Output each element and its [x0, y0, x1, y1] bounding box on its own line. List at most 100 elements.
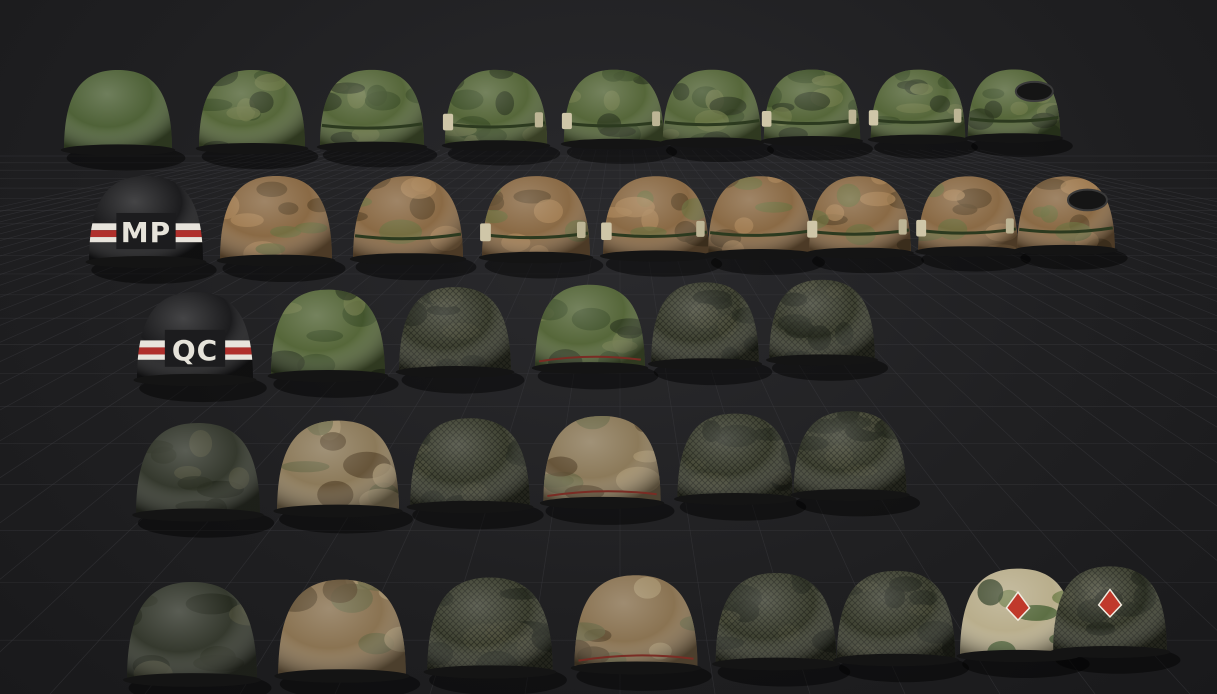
- helmet-shading: [763, 69, 861, 141]
- helmet-brown-camo-band-items[interactable]: [473, 176, 594, 264]
- helmet-brown-camo-band-items[interactable]: [795, 170, 924, 259]
- band-item: [848, 109, 857, 124]
- helmet-shading: [563, 69, 665, 144]
- band-item: [601, 222, 612, 241]
- helmet-rim: [965, 133, 1063, 143]
- helmet-rim: [133, 373, 257, 387]
- helmet-shading: [64, 70, 172, 150]
- band-item: [576, 221, 586, 238]
- helmet-brown-camo-cover[interactable]: [212, 176, 336, 267]
- helmet-tan-brown-strap[interactable]: [560, 575, 710, 675]
- helmet-olive-camo-strap[interactable]: [521, 284, 649, 375]
- helmet-brown-camo-band[interactable]: [692, 166, 815, 261]
- helmet-olive-camo-goggles[interactable]: [965, 69, 1069, 146]
- helmet-olive-camo-band-items[interactable]: [431, 64, 557, 151]
- band-item: [953, 108, 962, 123]
- helmet-rim: [123, 673, 261, 687]
- helmet-dark-net[interactable]: [789, 400, 918, 501]
- helmet-shading: [793, 411, 907, 495]
- helmet-shading: [870, 69, 966, 140]
- helmet-tan-brown-cover[interactable]: [273, 571, 420, 683]
- band-item: [442, 113, 454, 131]
- helmet-rim: [60, 144, 176, 156]
- helmet-shading: [662, 69, 762, 143]
- helmet-shading: [918, 176, 1018, 252]
- helmet-shading: [543, 415, 661, 503]
- helmet-rim: [560, 138, 668, 150]
- helmet-rim: [712, 657, 840, 671]
- band-item: [652, 111, 661, 127]
- helmet-shading: [136, 423, 260, 515]
- helmet-rim: [423, 665, 557, 679]
- helmet-dark-net[interactable]: [674, 410, 804, 505]
- helmet-rim: [806, 247, 914, 259]
- helmet-shading: [319, 69, 425, 147]
- helmet-shading: [271, 289, 385, 376]
- helmet-dark-net[interactable]: [422, 577, 570, 681]
- helmet-rim: [273, 504, 403, 518]
- helmet-rim: [441, 140, 551, 151]
- helmet-rim: [216, 254, 336, 267]
- helmet-dark-net[interactable]: [395, 286, 528, 378]
- helmet-rim: [647, 358, 763, 370]
- helmet-shading: [574, 575, 698, 668]
- band-item: [916, 219, 927, 237]
- helmet-rim: [915, 246, 1021, 257]
- helmet-shading: [198, 69, 306, 149]
- band-item: [807, 220, 818, 238]
- helmet-rim: [674, 493, 796, 505]
- helmet-collection-scene: MP QC: [0, 62, 1217, 694]
- helmet-rim: [705, 249, 815, 260]
- helmet-tan-camo-strap[interactable]: [534, 405, 665, 510]
- helmet-black-qc[interactable]: QC: [133, 292, 257, 387]
- helmet-shading: [427, 577, 553, 672]
- helmet-brown-camo-band-items[interactable]: [903, 170, 1025, 257]
- helmet-dark-net[interactable]: [818, 570, 961, 667]
- helmet-olive-camo-band[interactable]: [308, 69, 433, 153]
- helmet-dark-net[interactable]: [766, 275, 878, 366]
- helmet-rim: [132, 508, 264, 522]
- helmet-rim: [867, 134, 969, 145]
- helmet-olive-camo-band[interactable]: [659, 69, 765, 152]
- helmet-dark-blotch[interactable]: [117, 582, 272, 687]
- helmet-olive-camo-band-items[interactable]: [866, 62, 969, 145]
- helmet-rim: [766, 354, 878, 366]
- helmet-shading: [444, 69, 548, 146]
- helmet-dark-net[interactable]: [647, 277, 770, 370]
- helmet-rim: [395, 366, 515, 378]
- 3d-viewport[interactable]: MP QC: [0, 0, 1217, 694]
- helmet-rim: [1014, 244, 1118, 256]
- helmet-rim: [659, 137, 765, 148]
- helmet-rim: [531, 362, 649, 374]
- helmet-olive-camo-cover[interactable]: [191, 62, 309, 154]
- helmet-rim: [349, 253, 467, 265]
- helmet-olive-plain[interactable]: [60, 70, 176, 156]
- band-item: [868, 110, 879, 126]
- helmet-olive-camo-band-items[interactable]: [756, 67, 865, 146]
- helmet-rim: [85, 255, 207, 269]
- helmet-black-mp[interactable]: MP: [85, 176, 207, 269]
- helmet-tan-camo-cover[interactable]: [273, 409, 403, 518]
- band-item: [761, 111, 772, 127]
- goggles-icon: [1066, 188, 1108, 212]
- helmet-rim: [1049, 646, 1171, 658]
- helmet-shading: [769, 279, 875, 360]
- helmet-brown-camo-band-items[interactable]: [596, 176, 726, 262]
- helmet-dark-net-insignia[interactable]: [1049, 566, 1171, 658]
- helmet-olive-camo-band-items[interactable]: [560, 66, 668, 150]
- band-item: [480, 223, 491, 242]
- band-item: [696, 220, 705, 237]
- helmet-rim: [478, 251, 594, 264]
- helmet-rim: [274, 669, 410, 683]
- helmet-rim: [760, 136, 864, 146]
- band-item: [561, 112, 572, 130]
- helmet-dark-blotch[interactable]: [132, 423, 264, 522]
- helmet-dark-net[interactable]: [390, 415, 552, 517]
- helmet-shading: [967, 69, 1061, 138]
- helmet-rim: [267, 369, 389, 383]
- helmet-rim: [406, 500, 534, 514]
- mp-label: MP: [121, 216, 171, 249]
- helmet-rim: [539, 496, 665, 510]
- helmet-rim: [316, 141, 428, 153]
- helmet-shading: [715, 573, 837, 664]
